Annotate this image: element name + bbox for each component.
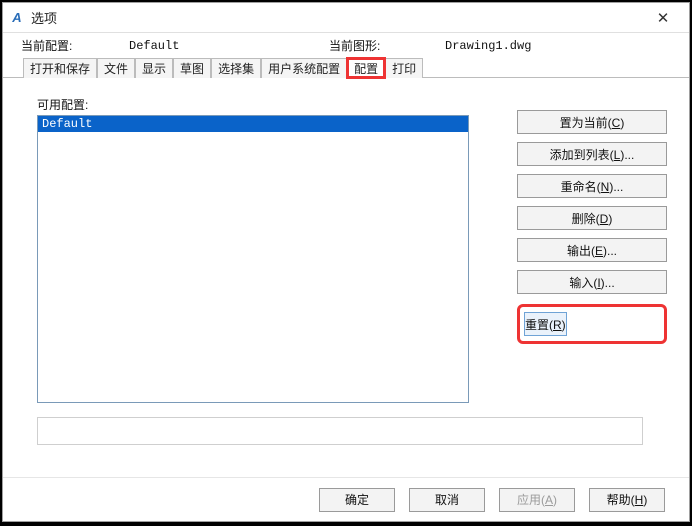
current-drawing-value: Drawing1.dwg: [445, 39, 531, 53]
profiles-listbox[interactable]: Default: [37, 115, 469, 403]
tab-display[interactable]: 显示: [135, 58, 173, 78]
cancel-button[interactable]: 取消: [409, 488, 485, 512]
tab-drafting[interactable]: 草图: [173, 58, 211, 78]
current-profile-label: 当前配置:: [21, 37, 129, 54]
tab-user-preferences[interactable]: 用户系统配置: [261, 58, 347, 78]
tab-strip: 打开和保存 文件 显示 草图 选择集 用户系统配置 配置 打印: [3, 56, 689, 78]
tab-content: 可用配置: Default 置为当前(C) 添加到列表(L)... 重命名(N)…: [3, 78, 689, 477]
titlebar: A 选项 ✕: [3, 3, 689, 33]
list-item[interactable]: Default: [38, 116, 468, 132]
app-icon: A: [9, 10, 25, 26]
profiles-panel: 可用配置: Default 置为当前(C) 添加到列表(L)... 重命名(N)…: [37, 96, 667, 403]
add-to-list-button[interactable]: 添加到列表(L)...: [517, 142, 667, 166]
import-button[interactable]: 输入(I)...: [517, 270, 667, 294]
tab-open-save[interactable]: 打开和保存: [23, 58, 97, 78]
tab-profiles[interactable]: 配置: [347, 58, 385, 78]
dialog-footer: 确定 取消 应用(A) 帮助(H): [3, 477, 689, 521]
apply-button[interactable]: 应用(A): [499, 488, 575, 512]
rename-button[interactable]: 重命名(N)...: [517, 174, 667, 198]
close-icon: ✕: [657, 9, 670, 27]
tab-selection[interactable]: 选择集: [211, 58, 261, 78]
tab-files[interactable]: 文件: [97, 58, 135, 78]
profiles-buttons: 置为当前(C) 添加到列表(L)... 重命名(N)... 删除(D) 输出(E…: [517, 96, 667, 403]
set-current-button[interactable]: 置为当前(C): [517, 110, 667, 134]
current-drawing-label: 当前图形:: [329, 37, 445, 54]
profiles-left: 可用配置: Default: [37, 96, 497, 403]
empty-panel: [37, 417, 643, 445]
tab-plot[interactable]: 打印: [385, 58, 423, 78]
window-title: 选项: [31, 8, 643, 27]
help-button[interactable]: 帮助(H): [589, 488, 665, 512]
options-dialog: A 选项 ✕ 当前配置: Default 当前图形: Drawing1.dwg …: [2, 2, 690, 522]
ok-button[interactable]: 确定: [319, 488, 395, 512]
delete-button[interactable]: 删除(D): [517, 206, 667, 230]
available-profiles-label: 可用配置:: [37, 96, 497, 113]
close-button[interactable]: ✕: [643, 4, 683, 32]
export-button[interactable]: 输出(E)...: [517, 238, 667, 262]
current-profile-value: Default: [129, 39, 329, 53]
reset-highlight: 重置(R): [517, 304, 667, 344]
info-row: 当前配置: Default 当前图形: Drawing1.dwg: [3, 33, 689, 56]
reset-button[interactable]: 重置(R): [524, 312, 567, 336]
